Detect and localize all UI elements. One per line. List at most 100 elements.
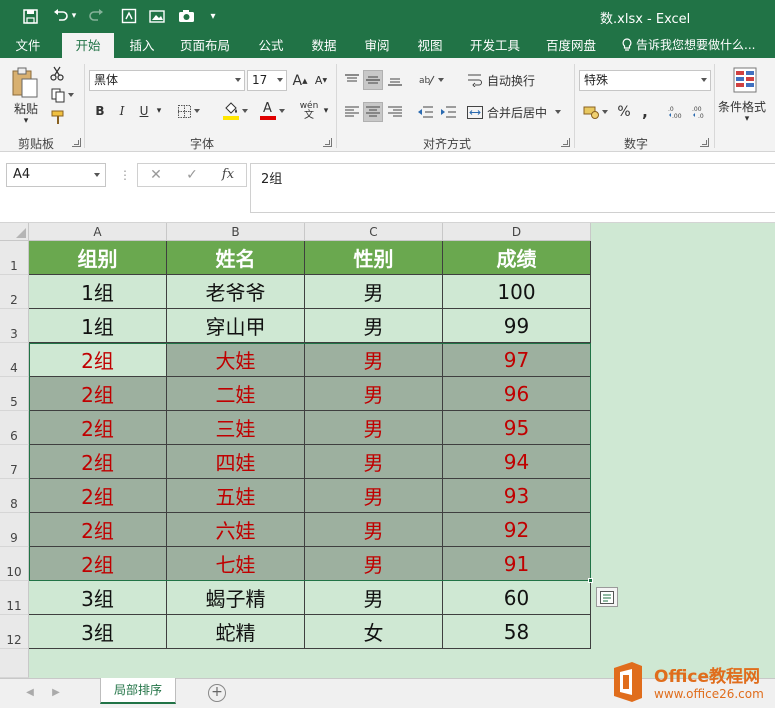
row-header-11[interactable]: 11 <box>0 581 29 615</box>
align-bottom-button[interactable] <box>385 70 405 90</box>
cell-group[interactable]: 3组 <box>29 581 167 615</box>
underline-dropdown-icon[interactable]: ▾ <box>153 102 165 120</box>
percent-style-button[interactable]: % <box>614 102 634 122</box>
undo-icon[interactable] <box>50 6 70 26</box>
clipboard-launcher-icon[interactable] <box>72 138 81 147</box>
cell-gender[interactable]: 男 <box>305 547 443 581</box>
cell-score[interactable]: 60 <box>443 581 591 615</box>
font-size-combo[interactable]: 17 <box>247 70 287 91</box>
cell-gender[interactable]: 男 <box>305 445 443 479</box>
number-format-combo[interactable]: 特殊 <box>579 70 711 91</box>
tab-insert[interactable]: 插入 <box>120 33 164 58</box>
customize-toolbar-icon[interactable]: ▾ <box>206 6 220 26</box>
column-header-d[interactable]: D <box>443 223 591 241</box>
tab-home[interactable]: 开始 <box>62 33 114 59</box>
cell-group[interactable]: 1组 <box>29 275 167 309</box>
column-header-a[interactable]: A <box>29 223 167 241</box>
column-header-b[interactable]: B <box>167 223 305 241</box>
row-header-2[interactable]: 2 <box>0 275 29 309</box>
row-header-9[interactable]: 9 <box>0 513 29 547</box>
increase-decimal-button[interactable]: .0.00 <box>666 102 686 122</box>
paste-icon[interactable] <box>8 66 42 100</box>
next-sheet-icon[interactable]: ▶ <box>50 687 62 699</box>
formula-bar-grip-icon[interactable]: ⋮ <box>119 166 131 184</box>
row-header-10[interactable]: 10 <box>0 547 29 581</box>
row-header-6[interactable]: 6 <box>0 411 29 445</box>
decrease-indent-button[interactable] <box>415 102 435 122</box>
cell-name[interactable]: 六娃 <box>167 513 305 547</box>
undo-dropdown-icon[interactable]: ▾ <box>68 6 80 26</box>
merge-center-button[interactable]: 合并后居中 <box>467 102 567 122</box>
cell-group[interactable]: 2组 <box>29 377 167 411</box>
cell-score[interactable]: 91 <box>443 547 591 581</box>
name-box[interactable]: A4 <box>6 163 106 187</box>
tab-baidu-netdisk[interactable]: 百度网盘 <box>538 33 604 58</box>
paste-button[interactable]: 粘贴 <box>8 100 44 116</box>
cell-group[interactable]: 2组 <box>29 445 167 479</box>
cell-name[interactable]: 蝎子精 <box>167 581 305 615</box>
cell-group[interactable]: 2组 <box>29 547 167 581</box>
header-cell-group[interactable]: 组别 <box>29 241 167 275</box>
align-left-button[interactable] <box>342 102 362 122</box>
cell-gender[interactable]: 男 <box>305 581 443 615</box>
cell-score[interactable]: 100 <box>443 275 591 309</box>
cell-score[interactable]: 97 <box>443 343 591 377</box>
copy-icon[interactable] <box>48 86 76 104</box>
header-cell-gender[interactable]: 性别 <box>305 241 443 275</box>
comma-style-button[interactable]: , <box>636 102 654 122</box>
fill-color-button[interactable] <box>219 100 251 122</box>
phonetic-guide-button[interactable]: wén 文 <box>298 100 320 122</box>
formula-input[interactable]: 2组 <box>250 163 775 213</box>
paste-dropdown-icon[interactable]: ▾ <box>16 116 36 126</box>
orientation-button[interactable]: ab <box>415 70 447 90</box>
row-header-3[interactable]: 3 <box>0 309 29 343</box>
previous-sheet-icon[interactable]: ◀ <box>24 687 36 699</box>
conditional-formatting-button[interactable]: 条件格式 <box>718 98 775 114</box>
cell-gender[interactable]: 男 <box>305 343 443 377</box>
cell-score[interactable]: 99 <box>443 309 591 343</box>
cell-gender[interactable]: 男 <box>305 309 443 343</box>
shrink-font-button[interactable]: A ▼ <box>313 71 329 90</box>
cell-name[interactable]: 五娃 <box>167 479 305 513</box>
cell-group[interactable]: 2组 <box>29 513 167 547</box>
cell-name[interactable]: 三娃 <box>167 411 305 445</box>
row-header-7[interactable]: 7 <box>0 445 29 479</box>
cell-name[interactable]: 七娃 <box>167 547 305 581</box>
column-header-c[interactable]: C <box>305 223 443 241</box>
cancel-entry-button[interactable]: ✕ <box>141 164 171 186</box>
cell-score[interactable]: 96 <box>443 377 591 411</box>
number-launcher-icon[interactable] <box>700 138 709 147</box>
align-right-button[interactable] <box>385 102 405 122</box>
conditional-formatting-icon[interactable] <box>730 64 762 98</box>
alignment-launcher-icon[interactable] <box>561 138 570 147</box>
align-center-button[interactable] <box>363 102 383 122</box>
cell-name[interactable]: 四娃 <box>167 445 305 479</box>
tab-formulas[interactable]: 公式 <box>250 33 292 58</box>
picture-icon[interactable] <box>147 6 167 26</box>
cell-group[interactable]: 2组 <box>29 343 167 377</box>
cell-group[interactable]: 2组 <box>29 411 167 445</box>
cell-score[interactable]: 58 <box>443 615 591 649</box>
cell-group[interactable]: 2组 <box>29 479 167 513</box>
fill-handle[interactable] <box>588 578 593 583</box>
screenshot-icon[interactable] <box>119 6 139 26</box>
camera-icon[interactable] <box>176 6 196 26</box>
redo-icon[interactable] <box>86 6 106 26</box>
italic-button[interactable]: I <box>113 102 131 120</box>
tab-developer[interactable]: 开发工具 <box>462 33 528 58</box>
decrease-decimal-button[interactable]: .00.0 <box>690 102 710 122</box>
cell-gender[interactable]: 男 <box>305 513 443 547</box>
sheet-tab-local-sort[interactable]: 局部排序 <box>100 678 176 704</box>
cell-gender[interactable]: 男 <box>305 411 443 445</box>
cell-name[interactable]: 二娃 <box>167 377 305 411</box>
tab-file[interactable]: 文件 <box>5 33 51 58</box>
row-header-4[interactable]: 4 <box>0 343 29 377</box>
tab-view[interactable]: 视图 <box>408 33 452 58</box>
font-color-button[interactable]: A <box>256 100 288 122</box>
tell-me-box[interactable]: 告诉我您想要做什么... <box>622 33 775 58</box>
align-top-button[interactable] <box>342 70 362 90</box>
header-cell-score[interactable]: 成绩 <box>443 241 591 275</box>
cell-name[interactable]: 老爷爷 <box>167 275 305 309</box>
row-header-5[interactable]: 5 <box>0 377 29 411</box>
cut-icon[interactable] <box>48 64 66 82</box>
